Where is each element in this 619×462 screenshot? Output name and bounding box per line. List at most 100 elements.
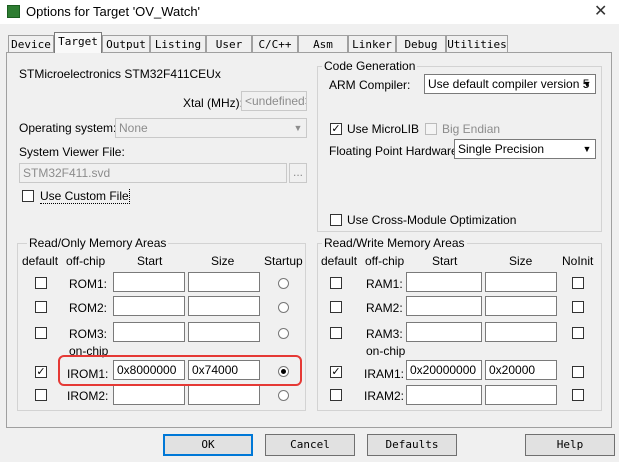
rom1-startup-radio[interactable]	[278, 278, 289, 289]
xtal-input[interactable]: <undefined>	[241, 91, 307, 111]
iram2-size-input[interactable]	[485, 385, 557, 405]
ram3-default-checkbox[interactable]	[330, 327, 342, 339]
rom-header-default: default	[22, 254, 59, 268]
arm-compiler-label: ARM Compiler:	[329, 78, 411, 92]
rom3-start-input[interactable]	[113, 322, 185, 342]
xtal-label: Xtal (MHz):	[183, 96, 243, 110]
chevron-down-icon: ▼	[582, 144, 592, 154]
ram1-noinit-checkbox[interactable]	[572, 277, 584, 289]
fp-hardware-label: Floating Point Hardware:	[329, 144, 462, 158]
rom3-default-checkbox[interactable]	[35, 327, 47, 339]
ram-header-size: Size	[509, 254, 533, 268]
rom-highlight-annotation	[58, 355, 302, 386]
irom2-label: IROM2:	[67, 389, 109, 403]
rom1-start-input[interactable]	[113, 272, 185, 292]
tab-cc[interactable]: C/C++	[252, 35, 298, 52]
svd-input[interactable]: STM32F411.svd	[19, 163, 287, 183]
rom3-size-input[interactable]	[188, 322, 260, 342]
irom2-default-checkbox[interactable]	[35, 389, 47, 401]
iram2-start-input[interactable]	[406, 385, 482, 405]
rom1-size-input[interactable]	[188, 272, 260, 292]
ram3-noinit-checkbox[interactable]	[572, 327, 584, 339]
ram1-start-input[interactable]	[406, 272, 482, 292]
close-icon[interactable]: ✕	[594, 1, 607, 21]
iram1-size-input[interactable]: 0x20000	[485, 360, 557, 380]
ram2-size-input[interactable]	[485, 296, 557, 316]
ram-onchip-label: on-chip	[366, 344, 406, 358]
ok-button[interactable]: OK	[163, 434, 253, 456]
os-value: None	[119, 121, 148, 135]
tab-device[interactable]: Device	[8, 35, 54, 52]
arm-compiler-select[interactable]: Use default compiler version 5 ▼	[424, 74, 596, 94]
ram-header-offchip: off-chip	[365, 254, 405, 268]
tab-debug[interactable]: Debug	[396, 35, 446, 52]
ram3-label: RAM3:	[366, 327, 403, 341]
ram1-default-checkbox[interactable]	[330, 277, 342, 289]
tab-output[interactable]: Output	[102, 35, 150, 52]
rom2-size-input[interactable]	[188, 296, 260, 316]
ram2-start-input[interactable]	[406, 296, 482, 316]
chevron-down-icon: ▼	[293, 123, 303, 133]
tab-linker[interactable]: Linker	[348, 35, 396, 52]
ram1-size-input[interactable]	[485, 272, 557, 292]
iram1-default-checkbox[interactable]: ✓	[330, 366, 342, 378]
iram1-label: IRAM1:	[364, 367, 405, 381]
defaults-button[interactable]: Defaults	[367, 434, 457, 456]
svd-browse-button[interactable]: ...	[289, 163, 307, 183]
chevron-down-icon: ▼	[582, 79, 592, 89]
iram2-label: IRAM2:	[364, 389, 405, 403]
ram2-default-checkbox[interactable]	[330, 301, 342, 313]
ram1-label: RAM1:	[366, 277, 403, 291]
use-microlib-label: Use MicroLIB	[347, 122, 420, 136]
tab-user[interactable]: User	[206, 35, 252, 52]
rom2-label: ROM2:	[69, 301, 108, 315]
rom3-label: ROM3:	[69, 327, 108, 341]
ram-header-default: default	[321, 254, 358, 268]
iram1-noinit-checkbox[interactable]	[572, 366, 584, 378]
cancel-button[interactable]: Cancel	[265, 434, 355, 456]
iram2-default-checkbox[interactable]	[330, 389, 342, 401]
svd-label: System Viewer File:	[19, 145, 125, 159]
rom2-startup-radio[interactable]	[278, 302, 289, 313]
use-custom-file-label: Use Custom File	[40, 189, 130, 204]
tab-listing[interactable]: Listing	[150, 35, 206, 52]
fp-hardware-value: Single Precision	[458, 142, 545, 156]
rom1-label: ROM1:	[69, 277, 108, 291]
ram-group-title: Read/Write Memory Areas	[322, 236, 467, 250]
rom3-startup-radio[interactable]	[278, 328, 289, 339]
irom2-start-input[interactable]	[113, 385, 185, 405]
irom2-size-input[interactable]	[188, 385, 260, 405]
tab-utilities[interactable]: Utilities	[446, 35, 508, 52]
iram1-start-input[interactable]: 0x20000000	[406, 360, 482, 380]
rom-group-title: Read/Only Memory Areas	[27, 236, 169, 250]
rom-header-start: Start	[137, 254, 163, 268]
window-title: Options for Target 'OV_Watch'	[26, 4, 201, 19]
irom1-default-checkbox[interactable]: ✓	[35, 366, 47, 378]
ram3-start-input[interactable]	[406, 322, 482, 342]
rom2-default-checkbox[interactable]	[35, 301, 47, 313]
ram-header-start: Start	[432, 254, 458, 268]
help-button[interactable]: Help	[525, 434, 615, 456]
device-name: STMicroelectronics STM32F411CEUx	[19, 67, 221, 81]
big-endian-checkbox[interactable]	[425, 123, 437, 135]
arm-compiler-value: Use default compiler version 5	[428, 77, 590, 91]
app-icon	[7, 5, 20, 18]
tab-asm[interactable]: Asm	[298, 35, 348, 52]
cross-module-checkbox[interactable]	[330, 214, 342, 226]
os-select[interactable]: None ▼	[115, 118, 307, 138]
big-endian-label: Big Endian	[442, 122, 501, 136]
ram3-size-input[interactable]	[485, 322, 557, 342]
rom2-start-input[interactable]	[113, 296, 185, 316]
rom-header-size: Size	[211, 254, 235, 268]
iram2-noinit-checkbox[interactable]	[572, 389, 584, 401]
ram2-label: RAM2:	[366, 301, 403, 315]
irom2-startup-radio[interactable]	[278, 390, 289, 401]
use-microlib-checkbox[interactable]: ✓	[330, 123, 342, 135]
use-custom-file-checkbox[interactable]	[22, 190, 34, 202]
rom-header-offchip: off-chip	[66, 254, 106, 268]
fp-hardware-select[interactable]: Single Precision ▼	[454, 139, 596, 159]
ram2-noinit-checkbox[interactable]	[572, 301, 584, 313]
ram-header-noinit: NoInit	[562, 254, 594, 268]
rom1-default-checkbox[interactable]	[35, 277, 47, 289]
tab-target[interactable]: Target	[54, 32, 102, 53]
